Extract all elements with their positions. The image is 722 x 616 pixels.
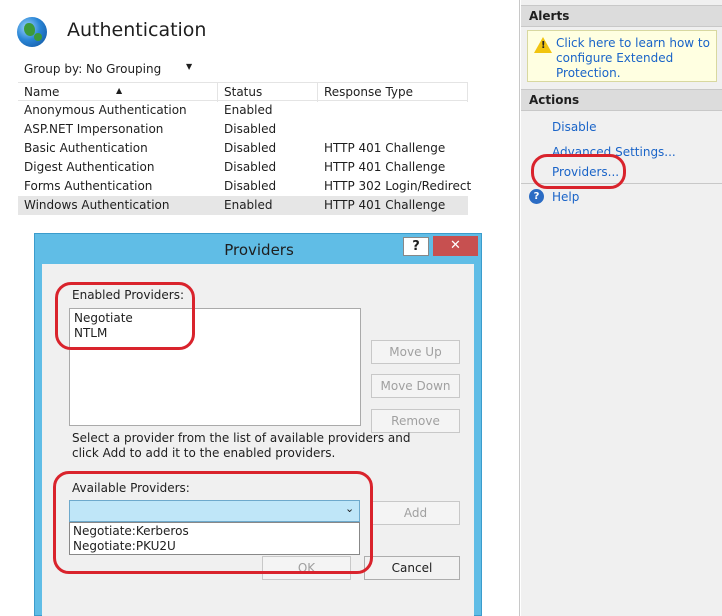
disable-action-link[interactable]: Disable xyxy=(552,120,597,134)
highlight-available-providers xyxy=(53,471,373,574)
group-by-value[interactable]: No Grouping xyxy=(86,62,161,76)
table-row-selected[interactable]: Windows Authentication Enabled HTTP 401 … xyxy=(18,196,468,215)
row-name: Windows Authentication xyxy=(24,198,170,212)
row-status: Disabled xyxy=(224,141,277,155)
highlight-providers-link xyxy=(531,154,626,189)
move-down-button[interactable]: Move Down xyxy=(371,374,460,398)
highlight-enabled-providers xyxy=(55,282,195,350)
page-title: Authentication xyxy=(67,19,207,41)
table-row[interactable]: Digest Authentication Disabled HTTP 401 … xyxy=(18,158,468,177)
column-header-label: Name xyxy=(24,85,60,99)
help-icon[interactable]: ? xyxy=(529,189,544,204)
instruction-text: Select a provider from the list of avail… xyxy=(72,431,411,460)
remove-button[interactable]: Remove xyxy=(371,409,460,433)
alert-link[interactable]: Click here to learn how to configure Ext… xyxy=(556,36,716,81)
row-name: Basic Authentication xyxy=(24,141,148,155)
help-action-link[interactable]: Help xyxy=(552,190,579,204)
row-status: Disabled xyxy=(224,179,277,193)
warning-icon: ! xyxy=(534,37,552,53)
table-row[interactable]: Basic Authentication Disabled HTTP 401 C… xyxy=(18,139,468,158)
cancel-button[interactable]: Cancel xyxy=(364,556,460,580)
row-name: Digest Authentication xyxy=(24,160,155,174)
actions-pane: Alerts ! Click here to learn how to conf… xyxy=(521,0,722,616)
move-up-button[interactable]: Move Up xyxy=(371,340,460,364)
alert-box[interactable]: ! Click here to learn how to configure E… xyxy=(527,30,717,82)
column-header-response-type[interactable]: Response Type xyxy=(318,83,468,102)
close-button[interactable]: ✕ xyxy=(433,236,478,256)
row-status: Enabled xyxy=(224,103,273,117)
column-header-name[interactable]: Name ▲ xyxy=(18,83,218,102)
column-header-status[interactable]: Status xyxy=(218,83,318,102)
row-name: Forms Authentication xyxy=(24,179,153,193)
row-response: HTTP 401 Challenge xyxy=(324,141,446,155)
table-row[interactable]: ASP.NET Impersonation Disabled xyxy=(18,120,468,139)
row-response: HTTP 302 Login/Redirect xyxy=(324,179,472,193)
globe-icon xyxy=(17,17,47,47)
table-row[interactable]: Forms Authentication Disabled HTTP 302 L… xyxy=(18,177,472,196)
table-row[interactable]: Anonymous Authentication Enabled xyxy=(18,101,468,120)
sort-ascending-icon: ▲ xyxy=(116,86,123,95)
group-by-label: Group by: xyxy=(24,62,83,76)
row-response: HTTP 401 Challenge xyxy=(324,160,446,174)
row-response: HTTP 401 Challenge xyxy=(324,198,446,212)
row-status: Disabled xyxy=(224,122,277,136)
dropdown-arrow-icon[interactable]: ▼ xyxy=(186,62,192,71)
features-grid: Name ▲ Status Response Type Anonymous Au… xyxy=(18,82,472,215)
row-status: Enabled xyxy=(224,198,273,212)
row-name: Anonymous Authentication xyxy=(24,103,187,117)
help-button[interactable]: ? xyxy=(403,237,429,256)
add-button[interactable]: Add xyxy=(371,501,460,525)
row-name: ASP.NET Impersonation xyxy=(24,122,164,136)
alerts-header: Alerts xyxy=(521,5,722,27)
actions-header: Actions xyxy=(521,89,722,111)
row-status: Disabled xyxy=(224,160,277,174)
grid-header: Name ▲ Status Response Type xyxy=(18,82,468,102)
